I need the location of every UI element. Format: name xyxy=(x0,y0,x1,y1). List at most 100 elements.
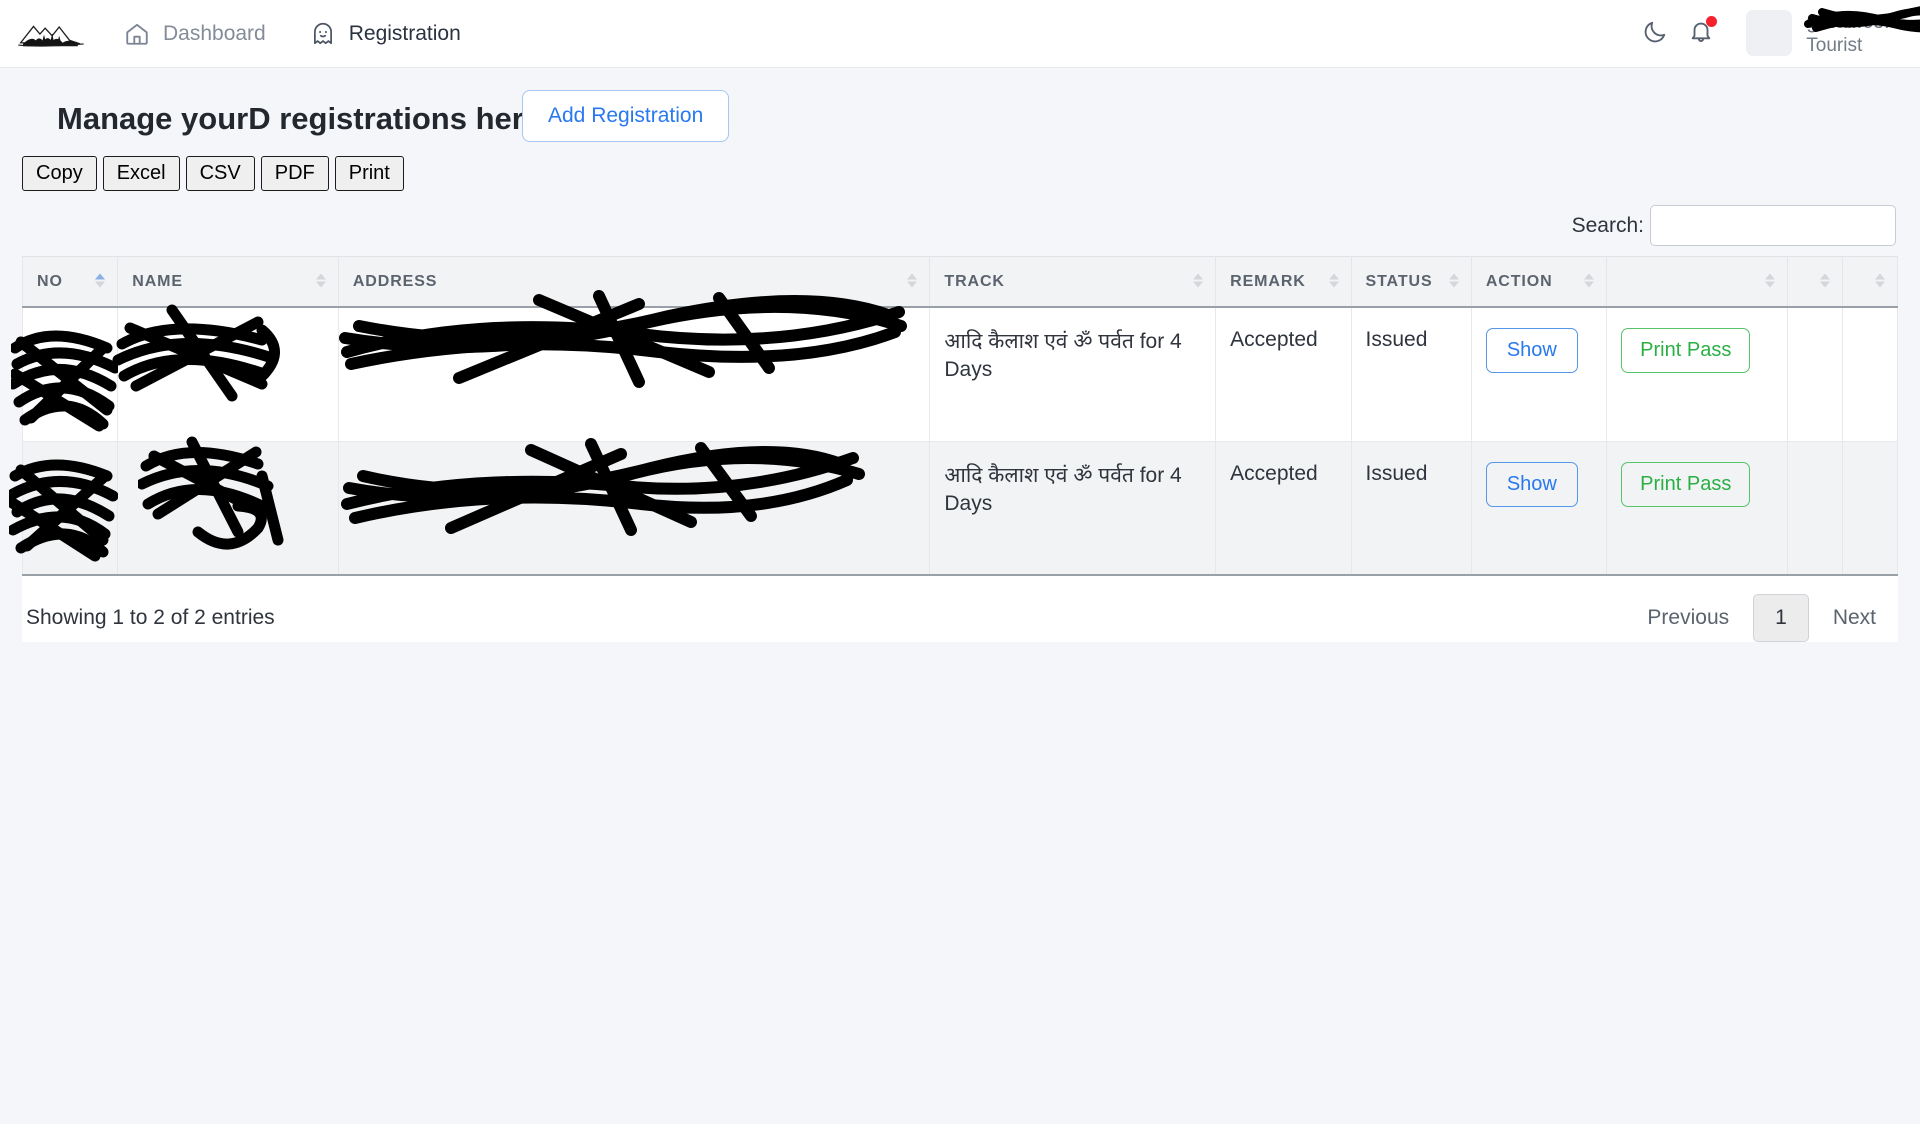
col-header-no[interactable]: NO xyxy=(21,256,119,308)
cell-action-show: Show xyxy=(1471,441,1608,576)
entries-info: Showing 1 to 2 of 2 entries xyxy=(26,606,275,629)
col-label-no: NO xyxy=(37,273,63,290)
pagination-previous[interactable]: Previous xyxy=(1629,594,1747,642)
col-label-status: STATUS xyxy=(1365,273,1433,290)
show-button[interactable]: Show xyxy=(1485,461,1578,507)
user-email: gmail.com xyxy=(1806,9,1902,33)
sort-icon-extra-2 xyxy=(1819,273,1831,290)
nav-label-dashboard: Dashboard xyxy=(163,21,266,45)
col-label-remark: REMARK xyxy=(1230,273,1306,290)
cell-address xyxy=(338,290,931,442)
col-header-track[interactable]: TRACK xyxy=(929,256,1217,308)
page-content: Manage yourD registrations here Add Regi… xyxy=(0,68,1920,642)
sort-icon-status xyxy=(1448,273,1460,290)
home-icon xyxy=(124,21,150,47)
csv-button[interactable]: CSV xyxy=(185,156,255,191)
avatar xyxy=(1746,10,1793,57)
cell-status: Issued xyxy=(1351,441,1472,576)
notifications-button[interactable] xyxy=(1678,10,1724,56)
user-meta: gmail.com Tourist xyxy=(1804,6,1920,57)
col-header-extra-1[interactable] xyxy=(1606,256,1788,308)
col-header-status[interactable]: STATUS xyxy=(1351,256,1472,308)
dark-mode-toggle[interactable] xyxy=(1632,10,1678,56)
cell-action-print: Print Pass xyxy=(1606,441,1788,576)
name-redaction-scribble xyxy=(112,300,302,410)
col-header-extra-3[interactable] xyxy=(1842,256,1899,308)
cell-remark-value: Accepted xyxy=(1230,328,1318,351)
table-row: आदि कैलाश एवं ॐ पर्वत for 4 Days Accepte… xyxy=(11,290,1899,442)
notification-dot xyxy=(1706,16,1718,28)
moon-icon xyxy=(1642,19,1668,48)
table-row: आदि कैलाश एवं ॐ पर्वत for 4 Days Accepte… xyxy=(9,436,1899,576)
sort-icon-action xyxy=(1584,273,1595,290)
search-input[interactable] xyxy=(1650,205,1896,246)
sort-icon-address xyxy=(907,273,918,290)
nav-label-registration: Registration xyxy=(348,21,461,45)
sort-icon-name xyxy=(315,273,327,290)
sort-icon-no xyxy=(95,273,106,290)
search-row: Search: xyxy=(22,205,1898,246)
cell-extra-2 xyxy=(1842,307,1899,442)
cell-name xyxy=(117,436,339,576)
table-header-row: NO NAME ADDRESS TRACK REMARK STATUS ACTI… xyxy=(21,256,1899,308)
sort-icon-extra-3 xyxy=(1875,273,1886,290)
cell-track: आदि कैलाश एवं ॐ पर्वत for 4 Days xyxy=(929,441,1217,576)
cell-no xyxy=(11,307,121,442)
col-label-address: ADDRESS xyxy=(352,273,438,290)
user-role: Tourist xyxy=(1806,34,1863,56)
sort-icon-extra-1 xyxy=(1764,273,1776,290)
cell-address xyxy=(338,437,931,576)
name-redaction-scribble xyxy=(138,436,308,566)
cell-remark-value: Accepted xyxy=(1230,461,1318,485)
col-header-extra-2[interactable] xyxy=(1787,256,1843,308)
page-title: Manage yourD registrations here xyxy=(57,101,542,136)
col-header-name[interactable]: NAME xyxy=(117,256,339,308)
sort-icon-remark xyxy=(1328,273,1340,290)
col-header-action[interactable]: ACTION xyxy=(1471,256,1608,308)
navbar-right-cluster: gmail.com Tourist xyxy=(1632,6,1920,57)
col-header-address[interactable]: ADDRESS xyxy=(338,256,931,308)
pdf-button[interactable]: PDF xyxy=(260,156,329,191)
cell-track-value: आदि कैलाश एवं ॐ पर्वत for 4 Days xyxy=(944,330,1182,382)
cell-status: Issued xyxy=(1351,307,1472,442)
export-buttons: Copy Excel CSV PDF Print xyxy=(22,156,1898,191)
cell-remark: Accepted xyxy=(1215,307,1352,442)
title-row: Manage yourD registrations here Add Regi… xyxy=(22,90,1898,148)
top-navbar: Dashboard Registration gmail.com Tourist xyxy=(0,0,1920,68)
user-menu[interactable]: gmail.com Tourist xyxy=(1746,6,1920,57)
cell-extra-2 xyxy=(1842,441,1899,576)
main-nav: Dashboard Registration xyxy=(124,21,461,47)
print-pass-button[interactable]: Print Pass xyxy=(1621,461,1751,507)
address-redaction-scribble xyxy=(340,428,871,548)
registrations-table-wrapper: NO NAME ADDRESS TRACK REMARK STATUS ACTI… xyxy=(9,256,1899,642)
registrations-table: NO NAME ADDRESS TRACK REMARK STATUS ACTI… xyxy=(9,256,1899,576)
show-button[interactable]: Show xyxy=(1485,328,1578,373)
cell-remark: Accepted xyxy=(1215,441,1352,576)
cell-action-print: Print Pass xyxy=(1606,307,1788,442)
ghost-icon xyxy=(310,21,336,47)
print-pass-button[interactable]: Print Pass xyxy=(1621,328,1751,373)
col-label-name: NAME xyxy=(132,273,183,290)
print-button[interactable]: Print xyxy=(334,156,404,191)
table-footer: Showing 1 to 2 of 2 entries Previous 1 N… xyxy=(22,576,1898,642)
search-label: Search: xyxy=(1571,213,1644,237)
nav-link-dashboard[interactable]: Dashboard xyxy=(124,21,266,47)
excel-button[interactable]: Excel xyxy=(102,156,180,191)
mountain-logo[interactable] xyxy=(14,12,88,56)
pagination-page-1[interactable]: 1 xyxy=(1753,594,1809,642)
cell-extra-1 xyxy=(1787,307,1843,442)
pagination: Previous 1 Next xyxy=(1629,594,1894,642)
cell-name xyxy=(112,304,339,442)
col-header-remark[interactable]: REMARK xyxy=(1215,256,1352,308)
cell-track-value: आदि कैलाश एवं ॐ पर्वत for 4 Days xyxy=(944,463,1182,515)
add-registration-button[interactable]: Add Registration xyxy=(522,90,730,142)
sort-icon-track xyxy=(1193,273,1204,290)
nav-link-registration[interactable]: Registration xyxy=(310,21,461,47)
col-label-track: TRACK xyxy=(944,273,1005,290)
pagination-next[interactable]: Next xyxy=(1815,594,1894,642)
copy-button[interactable]: Copy xyxy=(22,156,97,191)
cell-track: आदि कैलाश एवं ॐ पर्वत for 4 Days xyxy=(929,307,1217,442)
cell-status-value: Issued xyxy=(1365,328,1428,351)
mountain-logo-icon xyxy=(18,24,84,47)
cell-action-show: Show xyxy=(1471,307,1608,442)
